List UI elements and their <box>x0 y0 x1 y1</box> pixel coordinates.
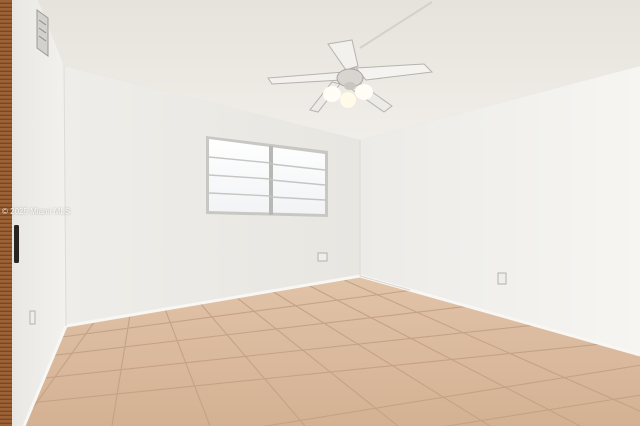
wall-outlet <box>497 272 507 285</box>
wall-outlet <box>317 252 328 262</box>
watermark: © 2025 Miami MLS <box>2 207 71 216</box>
room-photo: © 2025 Miami MLS <box>0 0 640 426</box>
air-vent <box>36 9 49 57</box>
light-bulb <box>323 86 341 102</box>
room-illustration <box>0 0 640 426</box>
door-handle <box>14 225 19 263</box>
light-bulb <box>340 92 356 108</box>
wall-outlet <box>29 310 36 325</box>
light-bulb <box>355 84 373 100</box>
